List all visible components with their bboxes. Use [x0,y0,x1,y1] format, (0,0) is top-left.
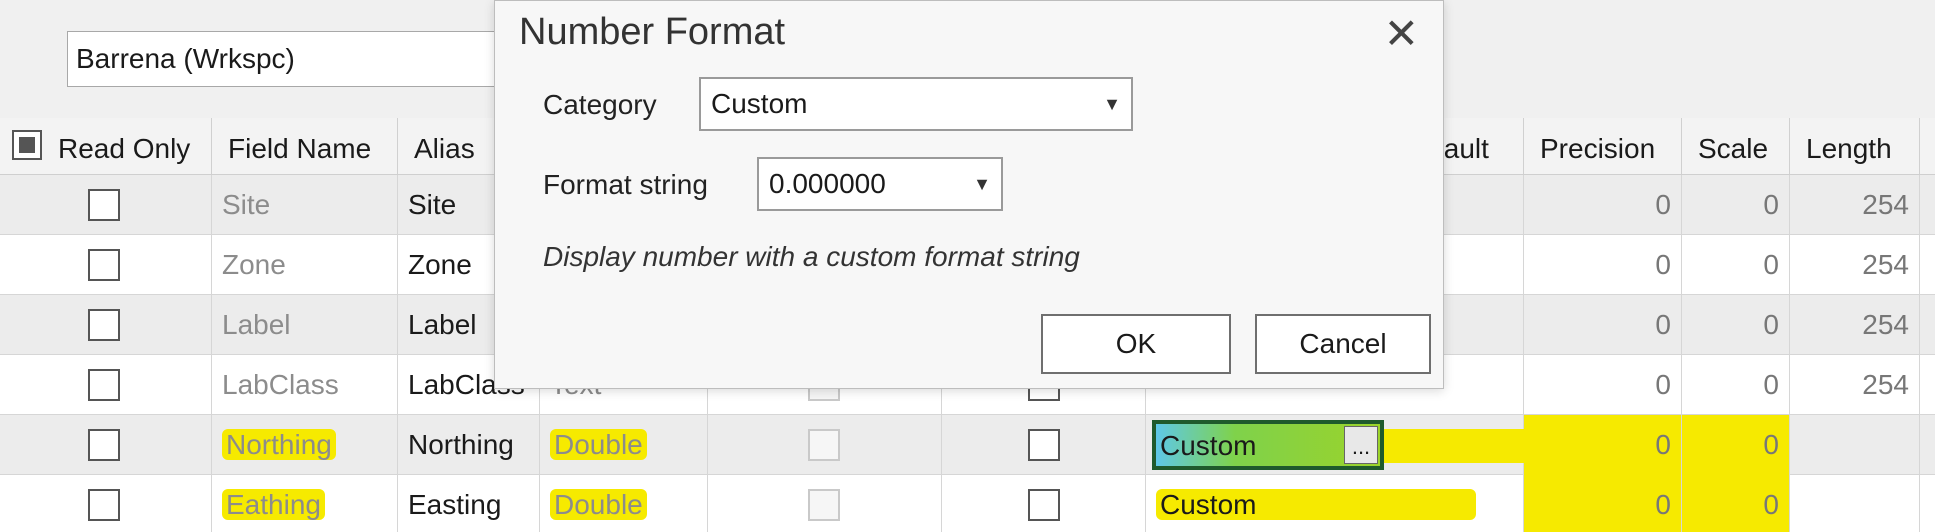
read-only-cell [0,475,212,532]
number-format-value: Custom [1156,489,1477,520]
category-dropdown[interactable]: Custom ▼ [699,77,1133,131]
fields-view: Barrena (Wrkspc) Read Only Field Name Al… [0,0,1935,532]
number-format-value: Custom [1160,430,1257,461]
select-all-checkbox[interactable] [12,130,42,160]
field-name-highlight: Northing [222,429,336,460]
highlight-stroke [1384,429,1524,463]
dialog-title: Number Format [519,11,786,53]
field-name-cell[interactable]: LabClass [212,355,398,415]
precision-cell[interactable]: 0 [1524,415,1682,475]
table-row[interactable]: Northing Northing Double 0 0 Custom ... [0,415,1935,475]
read-only-checkbox[interactable] [88,189,120,221]
format-string-value: 0.000000 [769,168,886,199]
checkbox-disabled [808,429,840,461]
ok-button[interactable]: OK [1041,314,1231,374]
type-highlight: Double [550,429,647,460]
length-cell[interactable]: 254 [1790,355,1920,415]
field-name-cell[interactable]: Site [212,175,398,235]
format-string-label: Format string [543,169,708,200]
precision-cell[interactable]: 0 [1524,235,1682,295]
header-read-only[interactable]: Read Only [0,118,212,174]
precision-cell[interactable]: 0 [1524,475,1682,532]
read-only-checkbox[interactable] [88,249,120,281]
field-name-cell[interactable]: Eathing [212,475,398,532]
header-precision[interactable]: Precision [1524,118,1682,174]
scale-cell[interactable]: 0 [1682,175,1790,235]
col5-cell[interactable] [708,415,942,475]
precision-cell[interactable]: 0 [1524,295,1682,355]
read-only-checkbox[interactable] [88,309,120,341]
field-name-cell[interactable]: Zone [212,235,398,295]
scale-cell[interactable]: 0 [1682,475,1790,532]
alias-cell[interactable]: Easting [398,475,540,532]
format-description: Display number with a custom format stri… [543,241,1080,272]
format-string-dropdown[interactable]: 0.000000 ▼ [757,157,1003,211]
length-cell[interactable]: 254 [1790,235,1920,295]
type-highlight: Double [550,489,647,520]
col5-cell[interactable] [708,475,942,532]
type-cell[interactable]: Double [540,475,708,532]
col6-cell[interactable] [942,475,1146,532]
type-cell[interactable]: Double [540,415,708,475]
checkbox-disabled [808,489,840,521]
read-only-cell [0,415,212,475]
scale-cell[interactable]: 0 [1682,355,1790,415]
read-only-checkbox[interactable] [88,369,120,401]
read-only-checkbox[interactable] [88,489,120,521]
ellipsis-button[interactable]: ... [1344,426,1378,464]
header-scale[interactable]: Scale [1682,118,1790,174]
read-only-checkbox[interactable] [88,429,120,461]
header-field-name[interactable]: Field Name [212,118,398,174]
default-cell[interactable]: Custom [1146,475,1524,532]
scale-cell[interactable]: 0 [1682,415,1790,475]
field-name-cell[interactable]: Label [212,295,398,355]
precision-cell[interactable]: 0 [1524,175,1682,235]
chevron-down-icon: ▼ [973,174,991,194]
field-name-highlight: Eathing [222,489,325,520]
read-only-cell [0,295,212,355]
length-cell[interactable] [1790,475,1920,532]
number-format-dialog: Number Format ✕ Category Custom ▼ Format… [494,0,1444,389]
cancel-button[interactable]: Cancel [1255,314,1431,374]
alias-cell[interactable]: Northing [398,415,540,475]
read-only-cell [0,175,212,235]
header-length[interactable]: Length [1790,118,1920,174]
checkbox[interactable] [1028,429,1060,461]
category-label: Category [543,89,657,120]
checkbox[interactable] [1028,489,1060,521]
number-format-editor[interactable]: Custom ... [1152,420,1384,470]
length-cell[interactable] [1790,415,1920,475]
scale-cell[interactable]: 0 [1682,235,1790,295]
precision-cell[interactable]: 0 [1524,355,1682,415]
length-cell[interactable]: 254 [1790,295,1920,355]
scale-cell[interactable]: 0 [1682,295,1790,355]
header-read-only-label: Read Only [58,133,191,164]
length-cell[interactable]: 254 [1790,175,1920,235]
read-only-cell [0,235,212,295]
workspace-combo[interactable]: Barrena (Wrkspc) [67,31,527,87]
field-name-cell[interactable]: Northing [212,415,398,475]
col6-cell[interactable] [942,415,1146,475]
read-only-cell [0,355,212,415]
close-icon[interactable]: ✕ [1384,9,1419,58]
chevron-down-icon: ▼ [1103,94,1121,114]
table-row[interactable]: Eathing Easting Double Custom 0 0 [0,475,1935,532]
category-value: Custom [711,88,808,119]
